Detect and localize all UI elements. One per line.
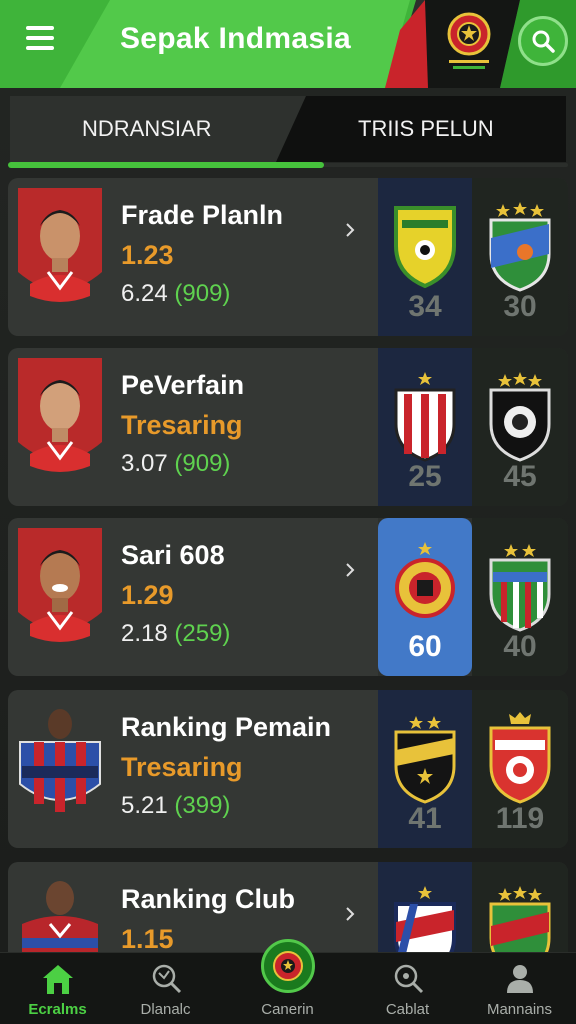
club-a-cell: 41 <box>378 690 472 848</box>
club-a-cell: 25 <box>378 348 472 506</box>
nav-search[interactable]: Cablat <box>350 953 465 1024</box>
nav-stats[interactable]: Dlanalc <box>108 953 223 1024</box>
chevron-right-icon[interactable] <box>342 222 358 238</box>
club-b-score: 45 <box>503 460 537 493</box>
bottom-nav: Ecralms Dlanalc Canerin Cablat Mannains <box>0 939 576 1024</box>
nav-center[interactable]: Canerin <box>230 939 345 1024</box>
menu-icon[interactable] <box>26 26 54 50</box>
club-a-score: 34 <box>408 290 442 323</box>
nav-label: Mannains <box>486 1001 553 1018</box>
club-b-cell: 30 <box>472 178 568 336</box>
player-card-main[interactable]: PeVerfain Tresaring 3.07 (909) <box>8 348 378 506</box>
player-card: Sari 608 1.29 2.18 (259) 60 40 <box>8 518 568 676</box>
club-crest[interactable] <box>485 538 555 634</box>
club-b-score: 119 <box>495 802 545 835</box>
player-avatar <box>18 528 102 642</box>
home-icon <box>42 965 73 994</box>
player-name: Frade Planln <box>121 200 284 230</box>
club-b-score: 30 <box>503 290 537 323</box>
nav-home[interactable]: Ecralms <box>0 953 115 1024</box>
player-value: 1.15 <box>121 924 174 954</box>
user-icon <box>506 965 533 993</box>
club-a-score: 25 <box>408 460 442 493</box>
player-avatar <box>19 709 101 812</box>
player-stat: 5.21 (399) <box>121 792 231 819</box>
app-root: Sepak Indmasia NDRANSIAR TRIIS PELUN Fra… <box>0 0 576 1024</box>
player-value: 1.29 <box>121 580 174 610</box>
player-avatar <box>18 188 102 302</box>
club-b-cell: 45 <box>472 348 568 506</box>
nav-profile[interactable]: Mannains <box>462 953 576 1024</box>
center-crest-button[interactable] <box>261 939 315 993</box>
player-value: Tresaring <box>121 410 243 440</box>
club-a-cell: 34 <box>378 178 472 336</box>
club-a-cell: 60 <box>378 518 472 676</box>
chevron-right-icon[interactable] <box>342 906 358 922</box>
search-icon <box>394 964 423 994</box>
player-name: Ranking Pemain <box>121 712 332 742</box>
player-stat: 2.18 (259) <box>121 620 231 647</box>
player-avatar <box>18 358 102 472</box>
nav-label: Ecralms <box>28 1001 87 1018</box>
player-card-main[interactable]: Sari 608 1.29 2.18 (259) <box>8 518 378 676</box>
app-header: Sepak Indmasia <box>0 0 576 88</box>
player-card: Ranking Pemain Tresaring 5.21 (399) 41 1… <box>8 690 568 848</box>
club-crest[interactable] <box>390 710 460 806</box>
tab-bar: NDRANSIAR TRIIS PELUN <box>10 96 566 162</box>
player-card-main[interactable]: Frade Planln 1.23 6.24 (909) <box>8 178 378 336</box>
club-crest[interactable] <box>390 538 460 634</box>
club-b-cell: 40 <box>472 518 568 676</box>
club-crest[interactable] <box>390 368 460 464</box>
club-a-score: 41 <box>408 802 442 835</box>
club-b-cell: 119 <box>472 690 568 848</box>
player-name: Ranking Club <box>121 884 295 914</box>
player-stat: 3.07 (909) <box>121 450 231 477</box>
tab-ndransiar[interactable]: NDRANSIAR <box>10 96 310 162</box>
chevron-right-icon[interactable] <box>342 562 358 578</box>
search-button[interactable] <box>518 16 568 66</box>
player-card: Frade Planln 1.23 6.24 (909) 34 30 <box>8 178 568 336</box>
stats-icon <box>152 964 181 994</box>
player-card-main[interactable]: Ranking Pemain Tresaring 5.21 (399) <box>8 690 378 848</box>
tab-active-indicator <box>8 162 324 168</box>
player-value: Tresaring <box>121 752 243 782</box>
app-title: Sepak Indmasia <box>120 22 351 55</box>
club-crest[interactable] <box>390 198 460 294</box>
player-name: Sari 608 <box>121 540 225 570</box>
nav-label: Canerin <box>261 1001 314 1018</box>
club-crest[interactable] <box>485 710 555 806</box>
crest-icon <box>273 951 303 981</box>
player-value: 1.23 <box>121 240 174 270</box>
player-name: PeVerfain <box>121 370 245 400</box>
club-a-score: 60 <box>408 630 442 663</box>
league-logo <box>447 12 491 69</box>
club-crest[interactable] <box>485 198 555 294</box>
nav-label: Dlanalc <box>140 1001 191 1018</box>
tab-triis-pelun[interactable]: TRIIS PELUN <box>276 96 566 162</box>
nav-label: Cablat <box>385 1001 430 1018</box>
search-icon <box>532 30 555 53</box>
club-crest[interactable] <box>485 368 555 464</box>
club-b-score: 40 <box>503 630 537 663</box>
player-card: PeVerfain Tresaring 3.07 (909) 25 45 <box>8 348 568 506</box>
player-stat: 6.24 (909) <box>121 280 231 307</box>
